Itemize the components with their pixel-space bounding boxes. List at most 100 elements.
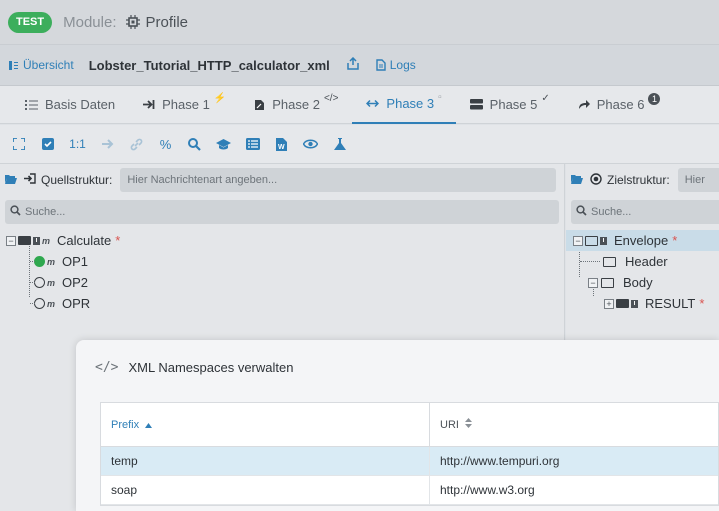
tab-phase-5[interactable]: Phase 5 ✓	[456, 86, 564, 124]
type-icon: ı	[33, 236, 40, 245]
percent-icon[interactable]: %	[153, 132, 178, 157]
one-to-one-button[interactable]: 1:1	[64, 132, 91, 157]
checkbox-icon[interactable]	[35, 132, 60, 157]
flask-icon[interactable]	[327, 132, 352, 157]
folder-icon	[601, 277, 614, 288]
table-row[interactable]: temp http://www.tempuri.org	[101, 447, 718, 476]
node-label: Envelope	[614, 233, 669, 248]
mandatory-m-icon: m	[47, 256, 56, 267]
mandatory-m-icon: m	[47, 277, 56, 288]
column-label: URI	[440, 418, 459, 431]
source-structure-label: Quellstruktur:	[41, 173, 113, 187]
node-label: Body	[623, 275, 653, 290]
phase-tabs: Basis Daten Phase 1 ⚡ Phase 2 </> Phase …	[0, 86, 719, 124]
tab-phase-2[interactable]: Phase 2 </>	[240, 86, 352, 124]
module-label: Module:	[63, 13, 117, 31]
check-icon: ✓	[541, 93, 550, 104]
table-row[interactable]: soap http://www.w3.org	[101, 476, 718, 505]
type-icon: ı	[600, 236, 607, 245]
prefix-cell: temp	[101, 447, 430, 475]
phase-6-badge: 1	[648, 92, 661, 105]
module-value[interactable]: Profile	[146, 14, 189, 31]
tab-label: Phase 2	[272, 97, 320, 112]
tab-phase-1[interactable]: Phase 1 ⚡	[129, 86, 240, 124]
target-icon	[590, 172, 602, 188]
sort-icon	[464, 418, 472, 431]
prefix-column-header[interactable]: Prefix	[101, 403, 430, 446]
share-arrow-icon	[578, 100, 590, 109]
folder-icon	[18, 236, 31, 245]
column-label: Prefix	[111, 418, 140, 431]
folder-icon	[616, 299, 629, 308]
swap-arrows-icon	[366, 99, 380, 108]
tab-label: Basis Daten	[45, 97, 116, 112]
source-structure-header: Quellstruktur: Hier Nachrichtenart angeb…	[0, 164, 564, 196]
environment-badge: TEST	[8, 11, 53, 33]
graduation-cap-icon[interactable]	[211, 132, 236, 157]
document-icon	[376, 59, 386, 71]
mapping-icon: ▫	[438, 92, 442, 103]
target-message-type-input[interactable]: Hier	[677, 168, 719, 192]
link-icon[interactable]	[124, 132, 149, 157]
collapse-toggle[interactable]: −	[6, 235, 16, 246]
project-title: Lobster_Tutorial_HTTP_calculator_xml	[88, 57, 330, 73]
arrow-right-icon[interactable]	[95, 132, 120, 157]
top-bar: TEST Module: Profile	[0, 0, 719, 44]
search-placeholder: Suche...	[25, 206, 66, 218]
node-label: Calculate	[57, 233, 112, 248]
folder-icon	[603, 256, 616, 267]
node-label: OPR	[62, 296, 91, 311]
word-document-icon[interactable]: W	[269, 132, 294, 157]
tree-node-op1[interactable]: m OP1	[0, 251, 564, 272]
tab-label: Phase 3	[386, 96, 435, 111]
dialog-header: </> XML Namespaces verwalten	[95, 360, 293, 375]
required-marker: *	[115, 233, 121, 248]
prefix-cell: soap	[101, 476, 430, 504]
target-structure-label: Zielstruktur:	[607, 173, 670, 187]
target-structure-header: Zielstruktur: Hier	[566, 164, 719, 196]
dialog-title: XML Namespaces verwalten	[128, 360, 294, 375]
expand-icon[interactable]	[6, 132, 31, 157]
sort-ascending-icon	[145, 419, 153, 431]
tab-label: Phase 1	[162, 97, 210, 112]
chip-icon	[125, 15, 140, 29]
overview-link[interactable]: Übersicht	[8, 58, 74, 72]
tree-node-envelope[interactable]: − ı Envelope *	[566, 230, 719, 251]
target-tree: − ı Envelope * Header − Body + ı RESULT …	[566, 230, 719, 314]
code-icon: </>	[95, 360, 119, 375]
target-search-input[interactable]: Suche...	[571, 200, 719, 224]
expand-toggle[interactable]: +	[604, 298, 614, 309]
logs-link[interactable]: Logs	[376, 58, 416, 72]
search-icon[interactable]	[182, 132, 207, 157]
table-list-icon[interactable]	[240, 132, 265, 157]
tree-node-calculate[interactable]: − ı m Calculate *	[0, 230, 564, 251]
svg-text:W: W	[278, 144, 285, 151]
tab-basis-daten[interactable]: Basis Daten	[11, 86, 129, 124]
overview-icon	[9, 60, 18, 70]
tree-node-header[interactable]: Header	[566, 251, 719, 272]
tree-node-op2[interactable]: m OP2	[0, 272, 564, 293]
folder-icon	[585, 235, 598, 246]
tree-node-body[interactable]: − Body	[566, 272, 719, 293]
eye-icon[interactable]	[298, 132, 323, 157]
uri-cell: http://www.w3.org	[440, 483, 535, 497]
uri-column-header[interactable]: URI	[430, 403, 718, 446]
code-icon: </>	[323, 93, 339, 104]
collapse-toggle[interactable]: −	[588, 277, 598, 288]
required-marker: *	[699, 296, 705, 311]
tab-phase-6[interactable]: Phase 6 1	[564, 86, 675, 124]
import-arrow-icon	[143, 100, 155, 109]
uri-cell: http://www.tempuri.org	[440, 454, 560, 468]
tree-node-opr[interactable]: m OPR	[0, 293, 564, 314]
source-search-input[interactable]: Suche...	[5, 200, 559, 224]
collapse-toggle[interactable]: −	[573, 235, 583, 246]
logs-label: Logs	[389, 58, 416, 72]
tab-phase-3[interactable]: Phase 3 ▫	[352, 86, 456, 124]
tree-node-result[interactable]: + ı RESULT *	[566, 293, 719, 314]
search-icon	[576, 205, 587, 219]
source-message-type-input[interactable]: Hier Nachrichtenart angeben...	[120, 168, 556, 192]
xml-namespaces-dialog: </> XML Namespaces verwalten Prefix URI …	[76, 340, 719, 511]
export-icon[interactable]	[346, 56, 359, 73]
tab-label: Phase 6	[596, 97, 645, 112]
node-label: OP1	[62, 254, 89, 269]
